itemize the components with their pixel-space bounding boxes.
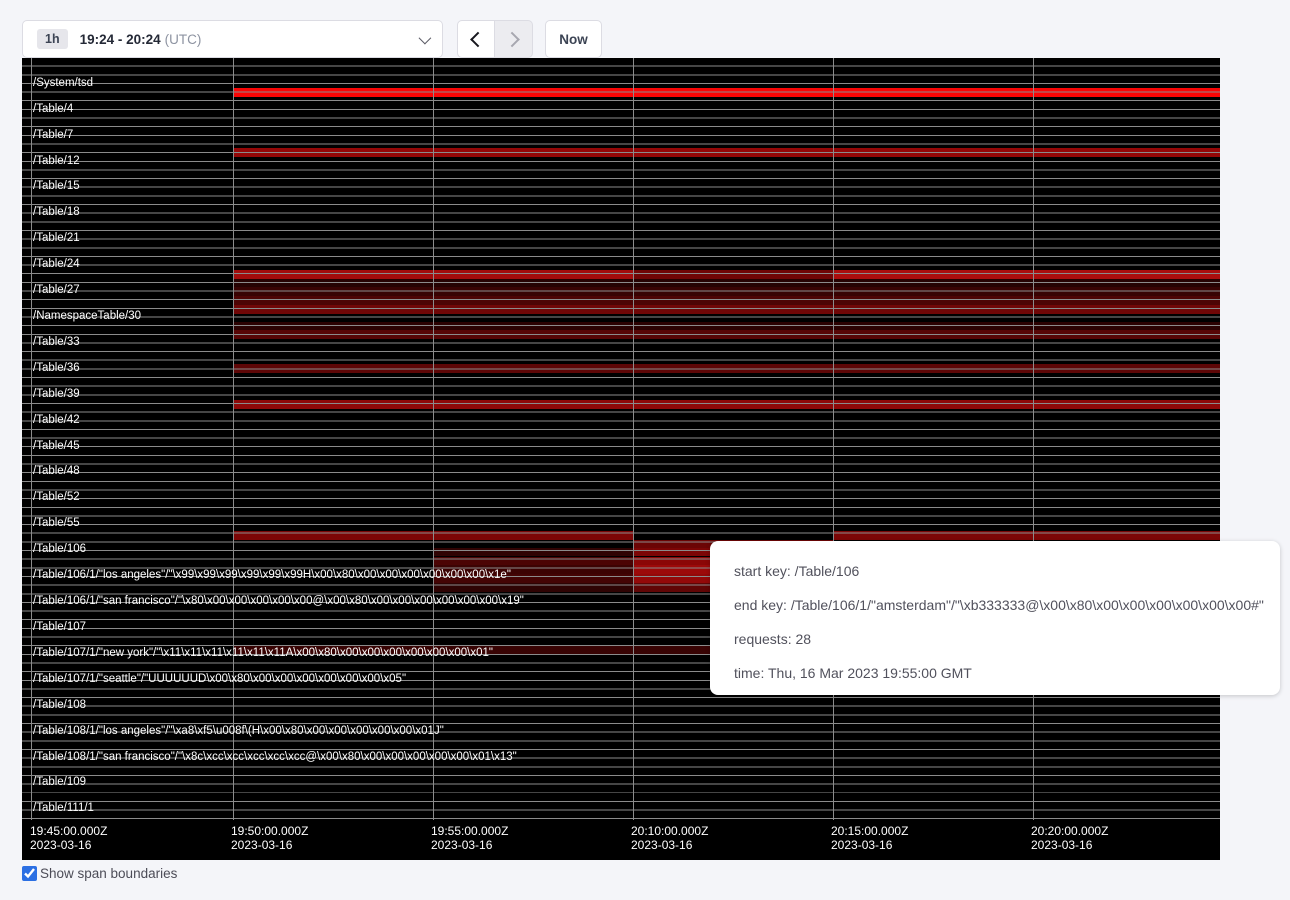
prev-time-button[interactable]	[457, 20, 495, 58]
row-label: /NamespaceTable/30	[33, 309, 141, 323]
row-label: /Table/48	[33, 464, 80, 478]
row-label: /Table/18	[33, 205, 80, 219]
tooltip-start-key: start key: /Table/106	[734, 554, 1280, 588]
row-label: /Table/111/1	[33, 801, 94, 815]
row-label: /Table/39	[33, 387, 80, 401]
heat-band	[433, 548, 633, 556]
time-range-text: 19:24 - 20:24	[80, 32, 161, 47]
grid-vline	[233, 58, 234, 820]
row-label: /Table/7	[33, 128, 73, 142]
row-label: /System/tsd	[33, 76, 93, 90]
heat-band	[233, 88, 1220, 97]
grid-vline	[1033, 58, 1034, 820]
key-visualizer-page: 1h 19:24 - 20:24 (UTC) Now /System/tsd/T…	[0, 0, 1290, 900]
heat-band	[233, 330, 1220, 339]
row-label: /Table/42	[33, 413, 80, 427]
heat-band	[233, 400, 1220, 409]
heat-band	[833, 270, 1220, 279]
show-span-boundaries-checkbox[interactable]	[22, 866, 37, 881]
heat-band	[233, 296, 1220, 305]
row-label: /Table/108/1/"san francisco"/"\x8c\xcc\x…	[33, 750, 517, 764]
chevron-down-icon	[419, 31, 432, 44]
heat-band	[233, 148, 1220, 157]
row-label: /Table/107	[33, 620, 86, 634]
x-axis-tick: 20:10:00.000Z2023-03-16	[631, 824, 708, 852]
row-label: /Table/4	[33, 102, 73, 116]
heat-band	[233, 364, 1220, 373]
row-label: /Table/36	[33, 361, 80, 375]
tooltip-end-key: end key: /Table/106/1/"amsterdam"/"\xb33…	[734, 588, 1280, 622]
row-label: /Table/55	[33, 516, 80, 530]
row-label: /Table/45	[33, 439, 80, 453]
heat-band	[233, 322, 1220, 330]
row-label: /Table/33	[33, 335, 80, 349]
row-label: /Table/107/1/"seattle"/"UUUUUUD\x00\x80\…	[33, 672, 406, 686]
time-range-selector[interactable]: 1h 19:24 - 20:24 (UTC)	[22, 20, 443, 58]
row-label: /Table/24	[33, 257, 80, 271]
row-label: /Table/106	[33, 542, 86, 556]
show-span-boundaries-label: Show span boundaries	[40, 866, 177, 881]
heatmap-canvas[interactable]: /System/tsd/Table/4/Table/7/Table/12/Tab…	[22, 58, 1220, 860]
grid-vline	[833, 58, 834, 820]
grid-vline	[31, 58, 32, 820]
x-axis-tick: 19:55:00.000Z2023-03-16	[431, 824, 508, 852]
hover-tooltip: start key: /Table/106 end key: /Table/10…	[710, 541, 1280, 695]
heat-band	[633, 270, 833, 279]
row-label: /Table/52	[33, 490, 80, 504]
row-label: /Table/108/1/"los angeles"/"\xa8\xf5\u00…	[33, 724, 444, 738]
row-label: /Table/108	[33, 698, 86, 712]
time-nav-group	[457, 20, 533, 58]
x-axis-tick: 19:50:00.000Z2023-03-16	[231, 824, 308, 852]
heat-band	[233, 305, 1220, 314]
grid-vline	[433, 58, 434, 820]
x-axis-tick: 20:20:00.000Z2023-03-16	[1031, 824, 1108, 852]
row-label: /Table/27	[33, 283, 80, 297]
heat-band	[233, 287, 1220, 296]
row-label: /Table/15	[33, 179, 80, 193]
grid-vline	[633, 58, 634, 820]
span-boundary-lines	[22, 58, 1220, 820]
row-label: /Table/109	[33, 775, 86, 789]
row-label: /Table/21	[33, 231, 80, 245]
heat-band	[233, 279, 1220, 287]
chevron-left-icon	[470, 31, 486, 47]
now-button[interactable]: Now	[545, 20, 602, 58]
row-label: /Table/107/1/"new york"/"\x11\x11\x11\x1…	[33, 646, 493, 660]
row-label: /Table/106/1/"san francisco"/"\x80\x00\x…	[33, 594, 524, 608]
timezone-text: (UTC)	[165, 32, 202, 47]
show-span-boundaries-control[interactable]: Show span boundaries	[22, 866, 177, 881]
heat-band	[433, 583, 633, 592]
next-time-button[interactable]	[495, 20, 533, 58]
x-axis-tick: 20:15:00.000Z2023-03-16	[831, 824, 908, 852]
duration-badge: 1h	[37, 29, 68, 49]
tooltip-time: time: Thu, 16 Mar 2023 19:55:00 GMT	[734, 656, 1280, 690]
heat-band	[833, 531, 1220, 540]
row-label: /Table/106/1/"los angeles"/"\x99\x99\x99…	[33, 568, 511, 582]
chevron-right-icon	[504, 31, 520, 47]
row-label: /Table/12	[33, 154, 80, 168]
x-axis-tick: 19:45:00.000Z2023-03-16	[30, 824, 107, 852]
tooltip-requests: requests: 28	[734, 622, 1280, 656]
